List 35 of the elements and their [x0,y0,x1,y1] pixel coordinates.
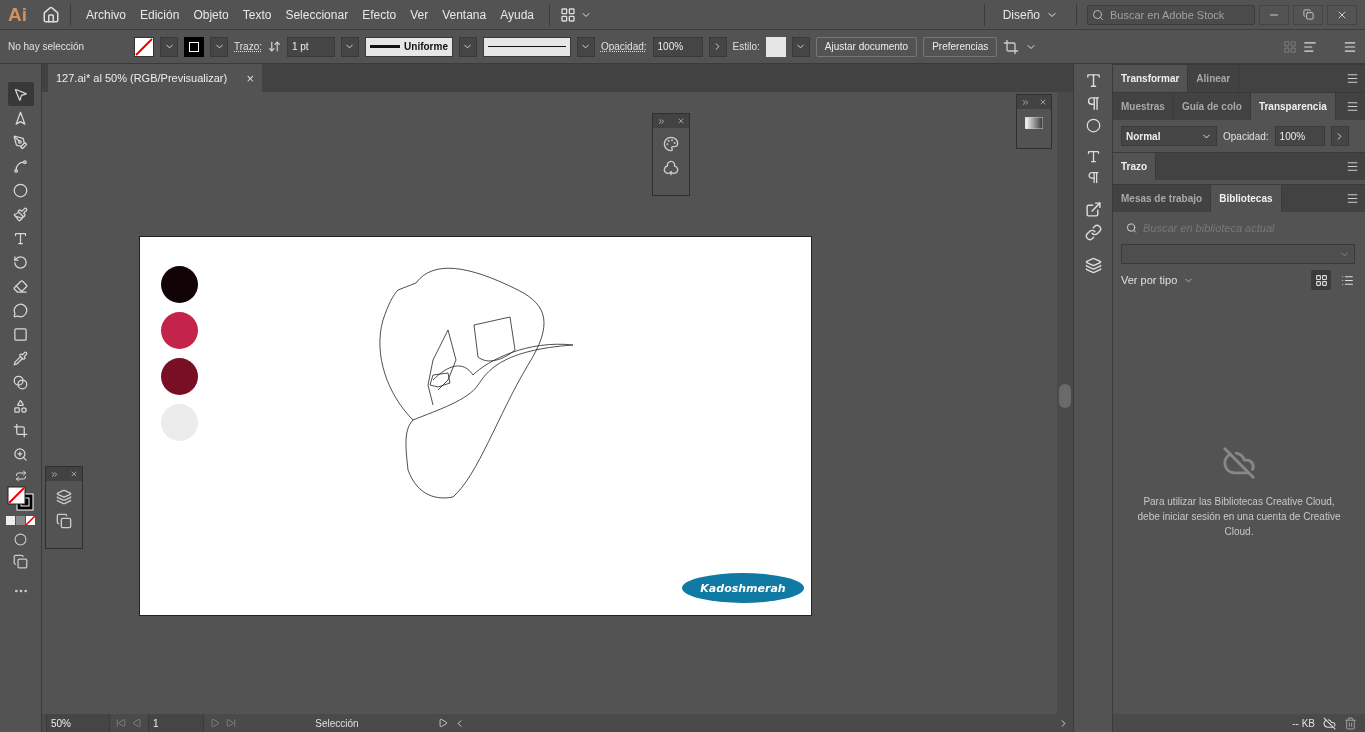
profile-dropdown[interactable]: Uniforme [364,36,453,57]
blend-mode-dropdown[interactable]: Normal [1121,126,1217,146]
selection-status: No hay selección [8,41,86,52]
opacity-label: Opacidad: [600,41,647,52]
panel-tab[interactable]: Bibliotecas [1211,185,1282,212]
menu-item[interactable]: Archivo [81,7,131,22]
toolbar-button[interactable]: Preferencias [923,36,998,57]
panel-tab[interactable]: Transparencia [1250,93,1336,120]
panel-tab[interactable]: Trazo [1113,153,1157,180]
signature-badge: Kadoshmerah [682,573,804,603]
menu-item[interactable]: Efecto [357,7,402,22]
menu-item[interactable]: Ayuda [495,7,540,22]
app-logo: Ai [8,3,28,26]
style-label: Estilo: [732,41,760,52]
menu-item[interactable]: Ver [405,7,434,22]
menu-item[interactable]: Ventana [437,7,492,22]
document-tab[interactable]: 127.ai* al 50% (RGB/Previsualizar) × [48,64,262,92]
view-by-type-dropdown[interactable]: Ver por tipo [1121,274,1178,286]
library-message: Para utilizar las Bibliotecas Creative Cloud, debe iniciar sesión en una cuenta de Creative Cloud. [1137,495,1341,539]
stroke-weight-field[interactable]: 1 pt [286,36,335,57]
stock-search-field[interactable]: Buscar en Adobe Stock [1087,4,1255,25]
opacity-field[interactable]: 100% [652,36,703,57]
panel-tab[interactable]: Transformar [1113,65,1189,92]
workspace-switcher[interactable]: Diseño [994,7,1066,22]
menu-item[interactable]: Objeto [188,7,234,22]
toolbar-button[interactable]: Ajustar documento [815,36,918,57]
tab-close[interactable]: × [246,70,254,86]
menu-item[interactable]: Edición [135,7,185,22]
opacity-field[interactable]: 100% [1274,126,1325,146]
tool-status: Selección [314,717,360,729]
menu-item[interactable]: Texto [237,7,277,22]
library-size: -- KB [1292,717,1315,729]
stroke-label: Trazo: [234,41,262,52]
menu-item[interactable]: Seleccionar [280,7,354,22]
opacity-label: Opacidad: [1223,130,1269,142]
